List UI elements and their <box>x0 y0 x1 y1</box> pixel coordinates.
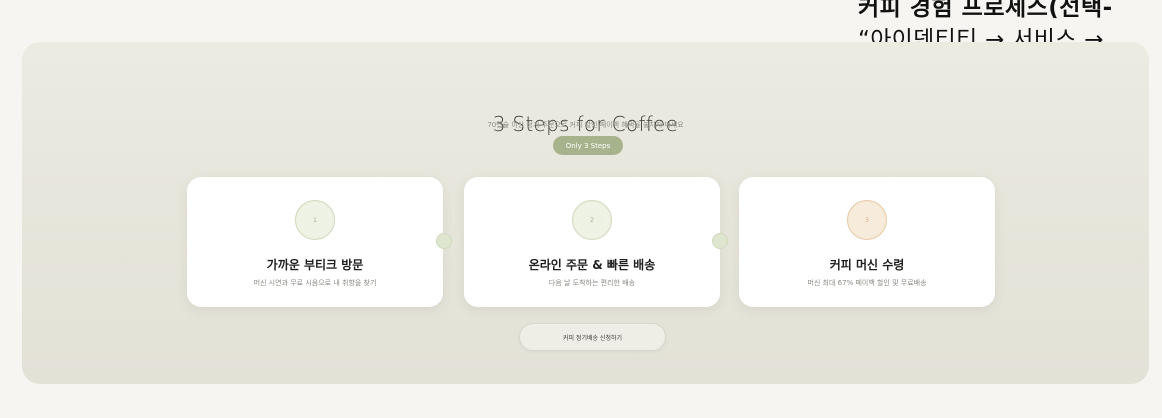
step-title: 커피 머신 수령 <box>829 258 905 272</box>
hero-subtitle: 70캡슐 이상 정기 주문으로 커피 할인 페이백 혜택을 놓치지 마세요 <box>487 121 684 129</box>
steps-panel: 3 Steps for Coffee 70캡슐 이상 정기 주문으로 커피 할인… <box>22 42 1149 384</box>
subscribe-coffee-button[interactable]: 커피 정기배송 신청하기 <box>519 323 666 351</box>
step-card-3: 3 커피 머신 수령 머신 최대 67% 페이백 할인 및 무료배송 <box>739 177 995 307</box>
step-title: 온라인 주문 & 빠른 배송 <box>528 258 656 272</box>
step-number: 1 <box>301 206 329 234</box>
step-number-circle-icon: 3 <box>847 200 887 240</box>
step-number: 3 <box>853 206 881 234</box>
step-number-circle-icon: 2 <box>572 200 612 240</box>
caption-title: 커피 경험 프로세스(선택- <box>858 0 1113 21</box>
step-description: 다음 날 도착하는 편리한 배송 <box>548 279 636 287</box>
step-card-1: 1 가까운 부티크 방문 머신 시연과 무료 시음으로 내 취향을 찾기 <box>187 177 443 307</box>
step-description: 머신 최대 67% 페이백 할인 및 무료배송 <box>807 279 927 287</box>
step-description: 머신 시연과 무료 시음으로 내 취향을 찾기 <box>253 279 377 287</box>
only-steps-badge: Only 3 Steps <box>553 136 623 155</box>
step-number: 2 <box>578 206 606 234</box>
connector-dot-icon <box>712 233 728 249</box>
connector-dot-icon <box>436 233 452 249</box>
step-title: 가까운 부티크 방문 <box>266 258 364 272</box>
step-number-circle-icon: 1 <box>295 200 335 240</box>
step-card-2: 2 온라인 주문 & 빠른 배송 다음 날 도착하는 편리한 배송 <box>464 177 720 307</box>
